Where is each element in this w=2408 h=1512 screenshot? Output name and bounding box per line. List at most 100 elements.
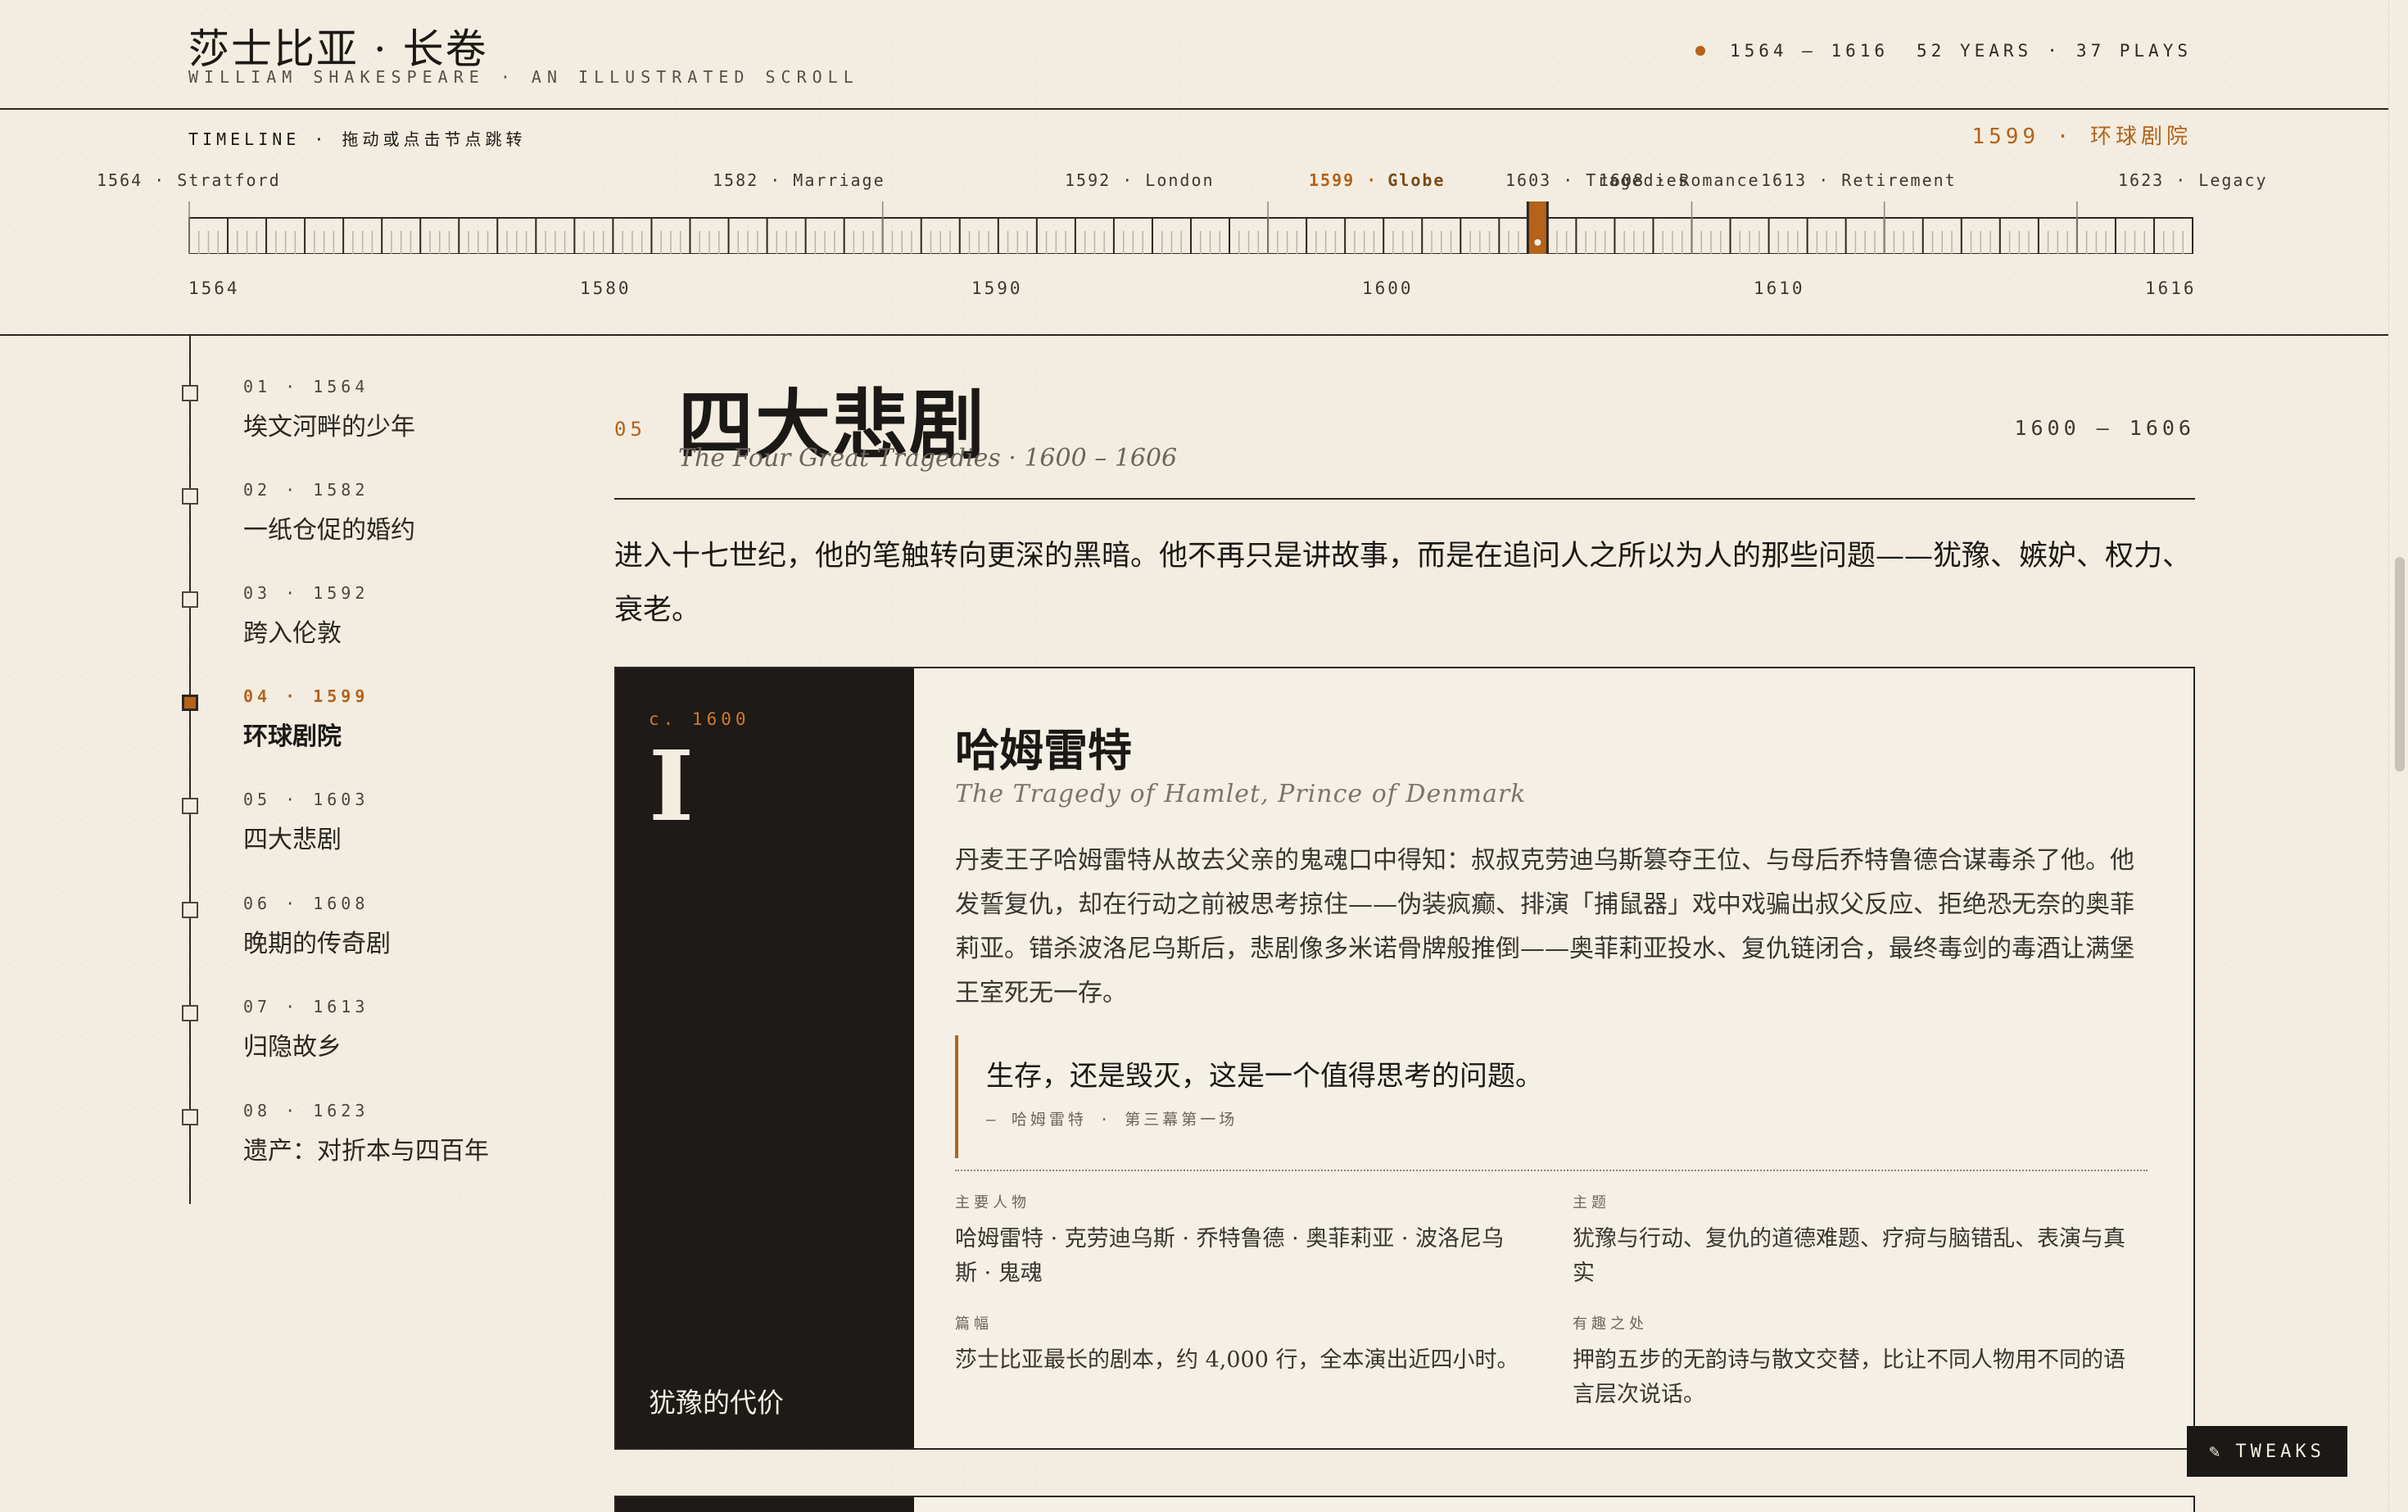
chapter-item-3[interactable]: 03 · 1592 跨入伦敦 (182, 542, 575, 648)
chapter-title: 环球剧院 (243, 722, 342, 751)
chapter-title: 埃文河畔的少年 (243, 413, 415, 441)
fact-label: 篇幅 (955, 1315, 993, 1333)
chapter-item-6[interactable]: 06 · 1608 晚期的传奇剧 (182, 853, 575, 958)
fact-label: 有趣之处 (1573, 1315, 1648, 1333)
chapter-title: 跨入伦敦 (243, 619, 342, 648)
next-play-card-sidebar (616, 1497, 914, 1512)
scroll-page: { "header": { "title": "莎士比亚 · 长卷", "sub… (0, 0, 2408, 1512)
play-roman-numeral: I (649, 729, 695, 843)
play-card: c. 1600 I 犹豫的代价 哈姆雷特 The Tragedy of Haml… (614, 667, 2195, 1450)
tweaks-label: TWEAKS (2235, 1441, 2325, 1462)
fact-text: 哈姆雷特 · 克劳迪乌斯 · 乔特鲁德 · 奥菲莉亚 · 波洛尼乌斯 · 鬼魂 (955, 1226, 1504, 1286)
timeline-event-label-rest: Globe (1387, 170, 1446, 190)
chapter-node-icon (182, 798, 198, 814)
timeline-event-1613[interactable]: 1613 · Retirement (1761, 170, 1957, 190)
chapter-item-4[interactable]: 04 · 1599 环球剧院 (182, 645, 575, 751)
scrollbar-thumb[interactable] (2395, 557, 2405, 772)
timeline-event-1599[interactable]: 1599 · Globe (1309, 170, 1445, 190)
chapter-meta: 05 · 1603 (243, 790, 369, 809)
timeline-axis-label: 1610 (1754, 278, 1805, 298)
timeline-handle (1526, 201, 1549, 254)
quote-source: — 哈姆雷特 · 第三幕第一场 (986, 1111, 1238, 1129)
main-content: 05 四大悲剧 The Four Great Tragedies · 1600 … (614, 336, 2195, 1512)
quote-text: 生存，还是毁灭，这是一个值得思考的问题。 (986, 1060, 1543, 1093)
chapter-meta: 06 · 1608 (243, 894, 369, 913)
chapter-title: 遗产：对折本与四百年 (243, 1137, 489, 1166)
fact-themes: 主题 犹豫与行动、复仇的道德难题、疗疴与脑错乱、表演与真实 (1573, 1191, 2146, 1291)
site-header: 莎士比亚 · 长卷 WILLIAM SHAKESPEARE · AN ILLUS… (0, 0, 2388, 110)
years-count: 52 YEARS (1917, 41, 2033, 61)
chapter-item-5[interactable]: 05 · 1603 四大悲剧 (182, 749, 575, 854)
play-synopsis: 丹麦王子哈姆雷特从故去父亲的鬼魂口中得知：叔叔克劳迪乌斯篡夺王位、与母后乔特鲁德… (955, 846, 2134, 1007)
timeline-axis-label: 1616 (2145, 278, 2197, 298)
plays-count: 37 PLAYS (2075, 41, 2192, 61)
timeline-event-label: 1608 · Romance (1599, 170, 1760, 190)
play-card-sidebar: c. 1600 I 犹豫的代价 (616, 668, 914, 1448)
years-range: 1564 – 1616 (1729, 41, 1890, 61)
chapter-meta: 07 · 1613 (243, 997, 369, 1016)
timeline-event-label: 1613 · Retirement (1761, 170, 1957, 190)
fact-text: 押韵五步的无韵诗与散文交替，比让不同人物用不同的语言层次说话。 (1573, 1347, 2125, 1407)
play-title: 哈姆雷特 (955, 724, 1132, 776)
timeline-event-label: 1623 · Legacy (2118, 170, 2268, 190)
chapter-meta: 08 · 1623 (243, 1101, 369, 1120)
play-theme: 犹豫的代价 (649, 1387, 784, 1419)
scrollbar[interactable] (2388, 0, 2408, 1512)
timeline-axis-label: 1580 (580, 278, 631, 298)
chapter-nav: 01 · 1564 埃文河畔的少年 02 · 1582 一纸仓促的婚约 03 · 159… (0, 336, 590, 1237)
chapter-title: 归隐故乡 (243, 1033, 342, 1062)
chapter-node-icon (182, 591, 198, 608)
chapter-item-2[interactable]: 02 · 1582 一纸仓促的婚约 (182, 439, 575, 545)
fact-trivia: 有趣之处 押韵五步的无韵诗与散文交替，比让不同人物用不同的语言层次说话。 (1573, 1312, 2146, 1412)
timeline-event-1564[interactable]: 1564 · Stratford (97, 170, 281, 190)
section-number: 05 (614, 418, 646, 441)
fact-characters: 主要人物 哈姆雷特 · 克劳迪乌斯 · 乔特鲁德 · 奥菲莉亚 · 波洛尼乌斯 … (955, 1191, 1528, 1291)
timeline-ruler[interactable] (188, 201, 2193, 254)
chapter-meta: 01 · 1564 (243, 377, 369, 396)
timeline-event-1582[interactable]: 1582 · Marriage (713, 170, 885, 190)
fact-length: 篇幅 莎士比亚最长的剧本，约 4,000 行，全本演出近四小时。 (955, 1312, 1528, 1378)
timeline-event-label: 1564 · Stratford (97, 170, 281, 190)
chapter-node-icon (182, 902, 198, 918)
play-card-body: 哈姆雷特 The Tragedy of Hamlet, Prince of De… (955, 668, 2151, 1448)
timeline-current: 1599 · 环球剧院 (1971, 124, 2192, 149)
fact-label: 主题 (1573, 1194, 1610, 1211)
timeline-axis-label: 1600 (1362, 278, 1414, 298)
fact-text: 犹豫与行动、复仇的道德难题、疗疴与脑错乱、表演与真实 (1573, 1226, 2125, 1286)
timeline-axis: 1564 1580 1590 1600 1610 1616 (0, 278, 2388, 303)
fact-text: 莎士比亚最长的剧本，约 4,000 行，全本演出近四小时。 (955, 1347, 1519, 1373)
timeline-event-1623[interactable]: 1623 · Legacy (2118, 170, 2268, 190)
chapter-node-icon (182, 488, 198, 505)
next-play-card (614, 1496, 2195, 1512)
site-subtitle: WILLIAM SHAKESPEARE · AN ILLUSTRATED SCR… (188, 67, 859, 87)
header-stats: 1564 – 1616 52 YEARS · 37 PLAYS (1695, 41, 2192, 61)
timeline-handle-dot (1534, 239, 1541, 246)
section-intro: 进入十七世纪，他的笔触转向更深的黑暗。他不再只是讲故事，而是在追问人之所以为人的… (614, 540, 2192, 627)
chapter-item-1[interactable]: 01 · 1564 埃文河畔的少年 (182, 336, 575, 441)
status-dot-icon (1695, 46, 1705, 56)
section-subtitle: The Four Great Tragedies · 1600 – 1606 (678, 444, 1178, 473)
card-divider (955, 1170, 2148, 1171)
timeline-event-label: 1592 · London (1065, 170, 1215, 190)
fact-label: 主要人物 (955, 1194, 1030, 1211)
timeline: TIMELINE · 拖动或点击节点跳转 1599 · 环球剧院 1564 · … (0, 110, 2388, 336)
timeline-axis-label: 1590 (971, 278, 1023, 298)
timeline-event-1592[interactable]: 1592 · London (1065, 170, 1215, 190)
timeline-event-label: 1582 · Marriage (713, 170, 885, 190)
tweaks-button[interactable]: ✎ TWEAKS (2187, 1426, 2347, 1477)
chapter-item-8[interactable]: 08 · 1623 遗产：对折本与四百年 (182, 1060, 575, 1166)
chapter-title: 一纸仓促的婚约 (243, 516, 415, 545)
play-quote: 生存，还是毁灭，这是一个值得思考的问题。 — 哈姆雷特 · 第三幕第一场 (955, 1035, 2148, 1158)
chapter-title: 晚期的传奇剧 (243, 930, 391, 958)
section-divider (614, 498, 2195, 500)
stats-separator: · (2047, 41, 2062, 61)
section-range: 1600 – 1606 (2014, 416, 2195, 440)
chapter-node-icon (182, 1109, 198, 1125)
chapter-title: 四大悲剧 (243, 826, 342, 854)
chapter-meta: 04 · 1599 (243, 686, 369, 706)
timeline-label: TIMELINE · 拖动或点击节点跳转 (188, 129, 527, 149)
chapter-item-7[interactable]: 07 · 1613 归隐故乡 (182, 956, 575, 1062)
play-subtitle: The Tragedy of Hamlet, Prince of Denmark (955, 780, 1527, 808)
timeline-events: 1564 · Stratford 1582 · Marriage 1592 · Lo… (0, 170, 2388, 195)
timeline-event-1608[interactable]: 1608 · Romance (1599, 170, 1760, 190)
